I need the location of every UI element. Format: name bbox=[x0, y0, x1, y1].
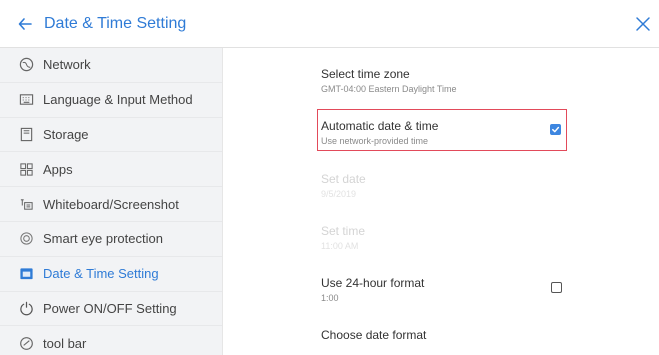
sidebar-item-date-time[interactable]: Date & Time Setting bbox=[0, 257, 222, 292]
sidebar-item-power[interactable]: Power ON/OFF Setting bbox=[0, 292, 222, 327]
sidebar-item-whiteboard[interactable]: Whiteboard/Screenshot bbox=[0, 187, 222, 222]
close-button[interactable] bbox=[629, 10, 657, 38]
sidebar-item-label: Smart eye protection bbox=[43, 231, 163, 247]
setting-title: Use 24-hour format bbox=[321, 276, 425, 290]
calendar-icon bbox=[18, 266, 34, 282]
back-button[interactable] bbox=[10, 9, 40, 39]
setting-subtitle: Use network-provided time bbox=[321, 136, 429, 146]
automatic-date-time-setting[interactable]: Automatic date & time Use network-provid… bbox=[321, 119, 659, 146]
setting-subtitle: GMT-04:00 Eastern Daylight Time bbox=[321, 84, 457, 94]
setting-title: Automatic date & time bbox=[321, 119, 439, 133]
sidebar-item-label: Date & Time Setting bbox=[43, 266, 159, 282]
keyboard-icon bbox=[18, 92, 34, 108]
setting-title: Set time bbox=[321, 224, 366, 238]
sidebar-item-label: Language & Input Method bbox=[43, 92, 193, 108]
sidebar-item-toolbar[interactable]: tool bar bbox=[0, 326, 222, 355]
date-format-setting[interactable]: Choose date format bbox=[321, 328, 659, 342]
sidebar-item-apps[interactable]: Apps bbox=[0, 152, 222, 188]
sidebar-item-label: Power ON/OFF Setting bbox=[43, 300, 177, 316]
settings-content: Select time zone GMT-04:00 Eastern Dayli… bbox=[223, 48, 659, 355]
power-icon bbox=[18, 300, 34, 316]
setting-title: Set date bbox=[321, 172, 366, 186]
time-zone-setting[interactable]: Select time zone GMT-04:00 Eastern Dayli… bbox=[321, 67, 659, 94]
storage-icon bbox=[18, 126, 34, 142]
eye-icon bbox=[18, 231, 34, 247]
arrow-left-icon bbox=[18, 17, 32, 30]
hour-format-checkbox[interactable] bbox=[551, 282, 562, 293]
toolbar-icon bbox=[18, 335, 34, 351]
sidebar-item-network[interactable]: Network bbox=[0, 48, 222, 83]
setting-subtitle: 11:00 AM bbox=[321, 241, 359, 251]
close-icon bbox=[636, 17, 650, 31]
set-date-setting: Set date 9/5/2019 bbox=[321, 172, 659, 199]
globe-icon bbox=[18, 57, 34, 73]
sidebar-item-label: Apps bbox=[43, 161, 73, 177]
setting-subtitle: 1:00 bbox=[321, 293, 339, 303]
sidebar-item-label: Network bbox=[43, 57, 91, 73]
set-time-setting: Set time 11:00 AM bbox=[321, 224, 659, 251]
sidebar-item-language[interactable]: Language & Input Method bbox=[0, 83, 222, 118]
automatic-date-time-checkbox[interactable] bbox=[550, 124, 561, 135]
sidebar-item-storage[interactable]: Storage bbox=[0, 118, 222, 153]
apps-icon bbox=[18, 161, 34, 177]
sidebar-item-label: tool bar bbox=[43, 335, 87, 351]
whiteboard-icon bbox=[18, 196, 34, 212]
page-title: Date & Time Setting bbox=[44, 14, 187, 32]
setting-title: Select time zone bbox=[321, 67, 410, 81]
title-bar: Date & Time Setting bbox=[0, 0, 659, 48]
sidebar-item-label: Whiteboard/Screenshot bbox=[43, 196, 179, 212]
setting-subtitle: 9/5/2019 bbox=[321, 189, 357, 199]
checkmark-icon bbox=[552, 126, 560, 133]
setting-title: Choose date format bbox=[321, 328, 427, 342]
sidebar-item-eye-protection[interactable]: Smart eye protection bbox=[0, 222, 222, 257]
settings-sidebar: Network Language & Input Method Storage … bbox=[0, 48, 223, 355]
hour-format-setting[interactable]: Use 24-hour format 1:00 bbox=[321, 276, 659, 303]
sidebar-item-label: Storage bbox=[43, 126, 89, 142]
